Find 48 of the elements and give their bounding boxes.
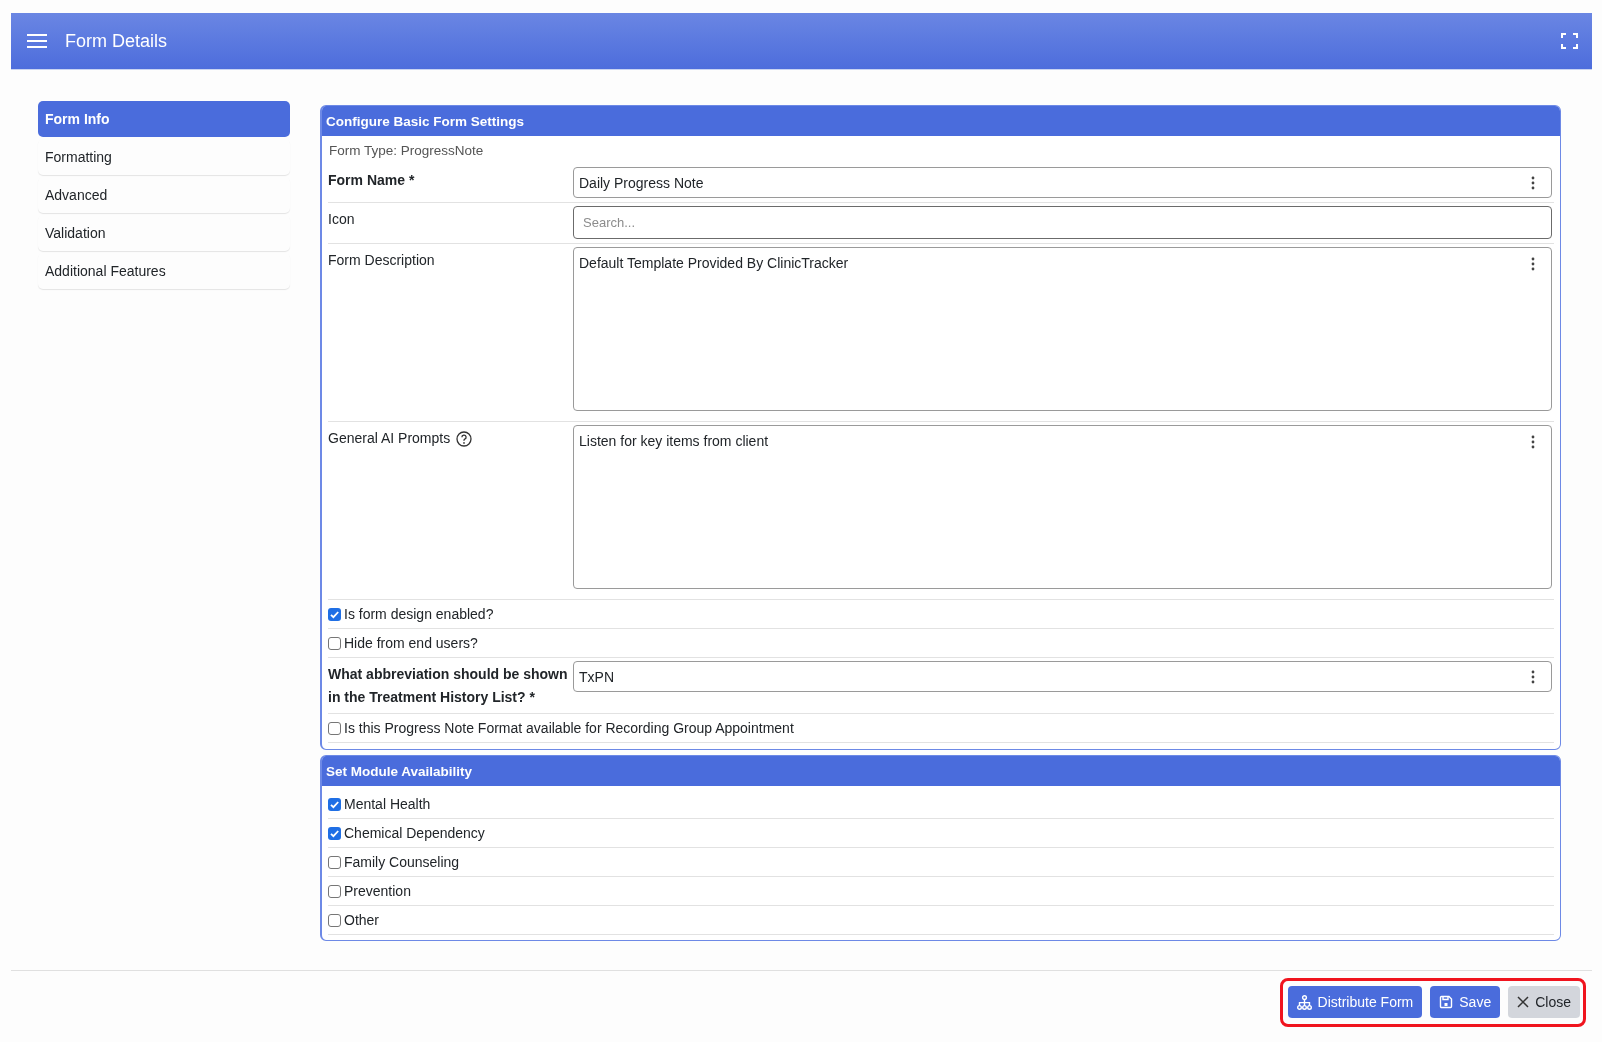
panel-title: Set Module Availability (326, 763, 473, 779)
sidebar-item[interactable]: Additional Features (38, 253, 290, 289)
text-area[interactable]: Default Template Provided By ClinicTracker (573, 247, 1552, 411)
sidebar-item[interactable]: Validation (38, 215, 290, 251)
checkbox-label: Mental Health (344, 796, 431, 812)
save-icon (1439, 995, 1454, 1009)
more-icon[interactable] (1531, 435, 1535, 449)
checkbox[interactable] (328, 797, 341, 811)
help-icon[interactable] (456, 431, 473, 447)
checkbox-label: Other (344, 912, 379, 928)
text-area[interactable]: Listen for key items from client (573, 425, 1552, 589)
save-button[interactable]: Save (1430, 986, 1501, 1018)
checkbox[interactable] (328, 721, 341, 735)
checkbox[interactable] (328, 884, 341, 898)
sidebar-item[interactable]: Advanced (38, 177, 290, 213)
sidebar-item[interactable]: Formatting (38, 139, 290, 175)
field-label: Form Description (328, 251, 435, 270)
text-field[interactable]: Daily Progress Note (573, 167, 1552, 198)
checkbox[interactable] (328, 636, 341, 650)
checkbox[interactable] (328, 913, 341, 927)
field-label: What abbreviation should be shown in the Treatment History List? * (328, 665, 569, 707)
checkbox-label: Family Counseling (344, 854, 460, 870)
checkbox[interactable] (328, 607, 341, 621)
checkbox[interactable] (328, 855, 341, 869)
close-icon (1517, 996, 1530, 1008)
field-label: Form Name * (328, 171, 415, 190)
checkbox-label: Is form design enabled? (344, 606, 494, 622)
field-label: Icon (328, 210, 355, 229)
search-field[interactable]: Search... (573, 206, 1552, 239)
window-title: Form Details (65, 30, 168, 52)
sidebar-item[interactable]: Form Info (38, 101, 290, 137)
form-type-text: Form Type: ProgressNote (329, 143, 484, 158)
checkbox-label: Hide from end users? (344, 635, 478, 651)
distribute-button[interactable]: Distribute Form (1287, 986, 1423, 1018)
checkbox[interactable] (328, 826, 341, 840)
field-label: General AI Prompts (328, 429, 451, 448)
checkbox-label: Is this Progress Note Format available for Recording Group Appointment (344, 720, 794, 736)
more-icon[interactable] (1531, 175, 1535, 190)
more-icon[interactable] (1531, 669, 1535, 684)
more-icon[interactable] (1531, 257, 1535, 271)
menu-icon[interactable] (27, 34, 47, 48)
checkbox-label: Chemical Dependency (344, 825, 485, 841)
sitemap-icon (1296, 994, 1312, 1010)
text-field[interactable]: TxPN (573, 661, 1552, 692)
fullscreen-icon[interactable] (1561, 33, 1578, 49)
checkbox-label: Prevention (344, 883, 411, 899)
panel-title: Configure Basic Form Settings (326, 113, 525, 129)
close-button[interactable]: Close (1508, 986, 1580, 1018)
